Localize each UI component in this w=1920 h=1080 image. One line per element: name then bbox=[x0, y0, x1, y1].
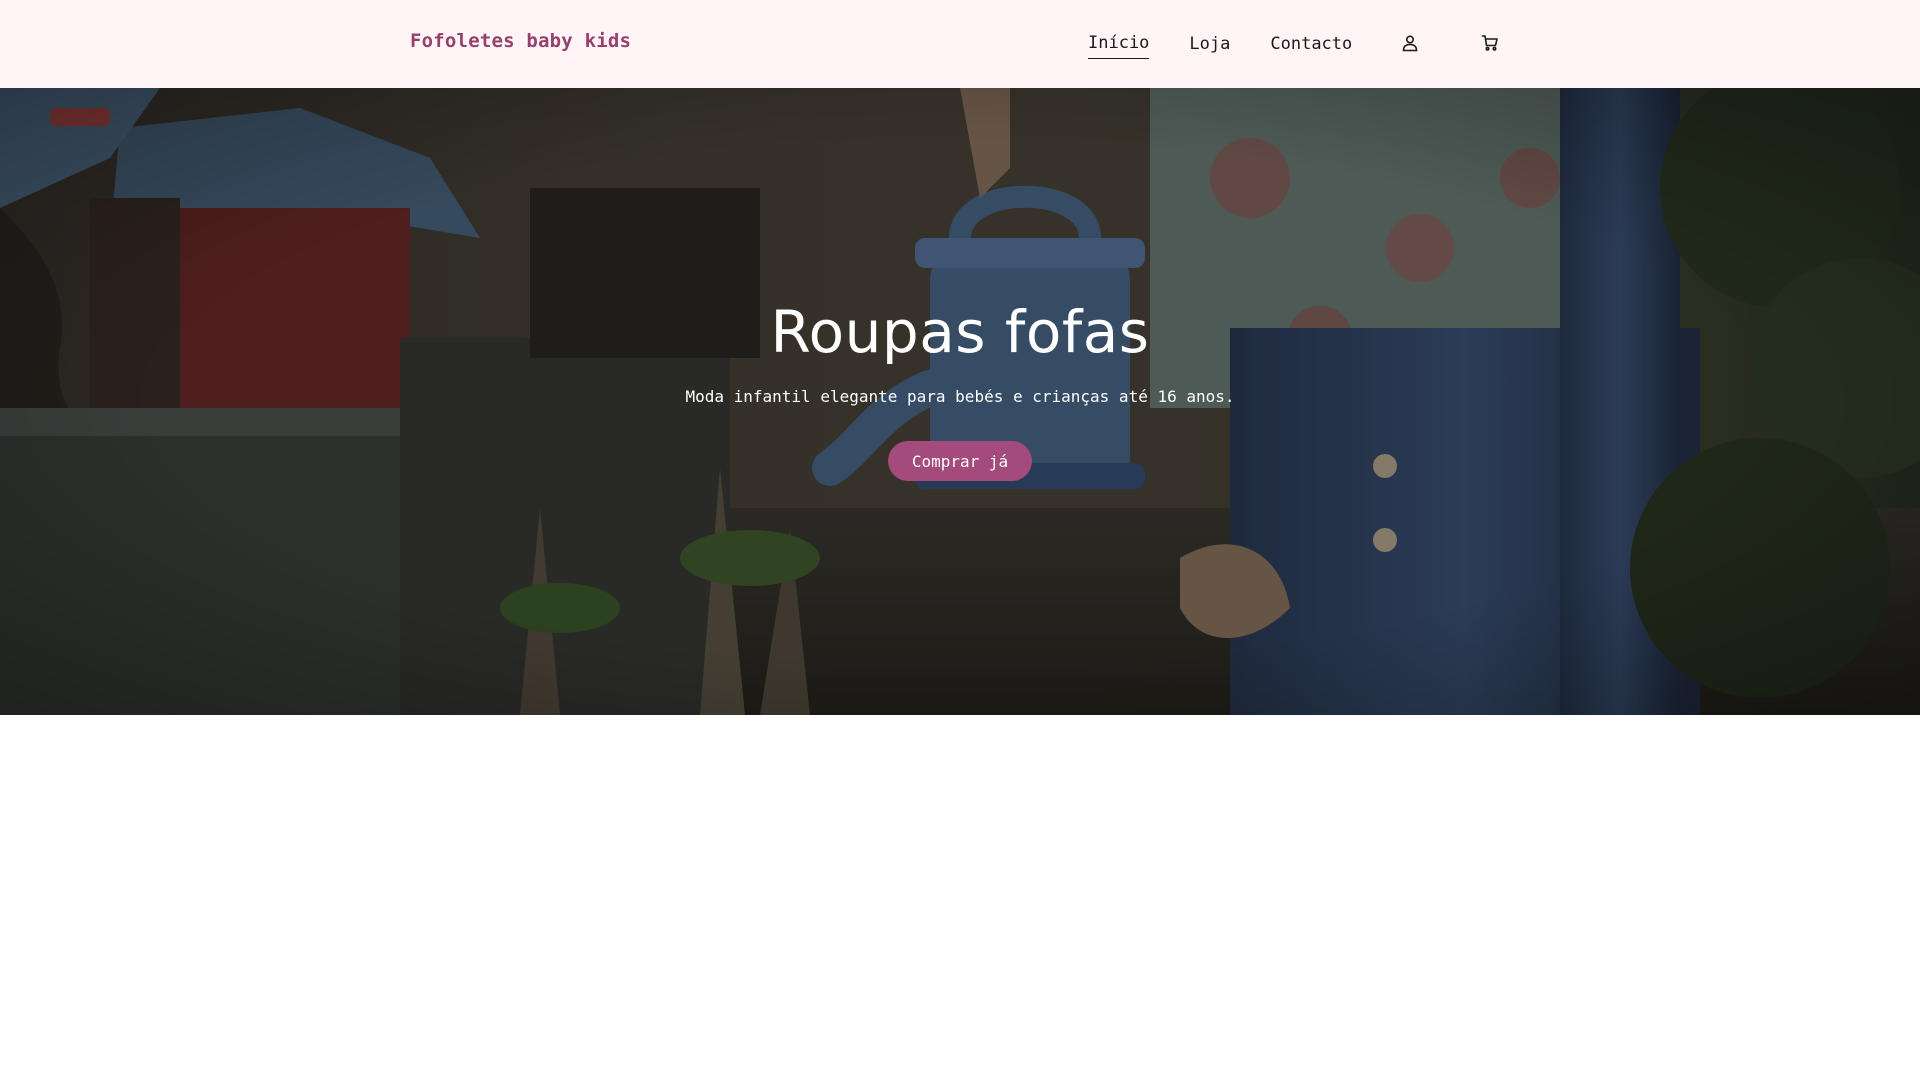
main-nav: Início Loja Contacto bbox=[1088, 32, 1392, 59]
hero-section: Roupas fofas Moda infantil elegante para… bbox=[0, 88, 1920, 715]
hero-subtitle: Moda infantil elegante para bebés e cria… bbox=[685, 387, 1235, 406]
nav-link-contacto[interactable]: Contacto bbox=[1270, 33, 1352, 59]
site-header: Fofoletes baby kids Início Loja Contacto bbox=[0, 0, 1920, 88]
cart-icon bbox=[1481, 35, 1498, 51]
shop-now-button[interactable]: Comprar já bbox=[888, 441, 1032, 481]
user-icon bbox=[1402, 35, 1418, 52]
brand-logo[interactable]: Fofoletes baby kids bbox=[410, 30, 631, 52]
account-button[interactable] bbox=[1397, 30, 1423, 56]
nav-link-inicio[interactable]: Início bbox=[1088, 32, 1150, 59]
hero-title: Roupas fofas bbox=[770, 298, 1150, 366]
nav-link-loja[interactable]: Loja bbox=[1189, 33, 1230, 59]
cart-button[interactable] bbox=[1477, 30, 1503, 56]
